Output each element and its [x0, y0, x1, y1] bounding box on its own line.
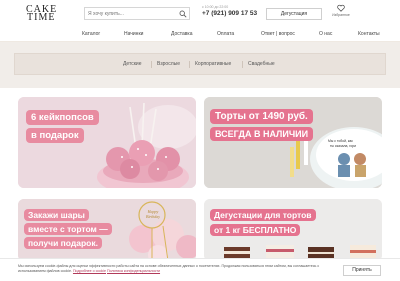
banner-cakepops-line2: в подарок: [26, 128, 84, 143]
nav-item-faq[interactable]: Ответ | вопрос: [261, 31, 295, 37]
main-nav: Каталог Начинки Доставка Оплата Ответ | …: [0, 28, 400, 40]
banner-balloons-line1: Закажи шары: [24, 209, 89, 221]
site-header: CAKE TIME с 10:00 до 22:00 +7 (921) 909 …: [0, 0, 400, 28]
category-corporate[interactable]: Корпоративные: [195, 61, 231, 67]
category-adults[interactable]: Взрослые: [157, 61, 180, 67]
favorites-label: Избранное: [332, 13, 350, 17]
cookie-text-block: Мы используем cookie-файлы для оценки эф…: [18, 264, 338, 274]
category-kids[interactable]: Детские: [123, 61, 142, 67]
banner-cakes-line1: Торты от 1490 руб.: [210, 109, 313, 124]
banner-cakepops[interactable]: 6 кейкпопсов в подарок: [18, 97, 196, 188]
banner-cakes-in-stock[interactable]: Мы с тобой, как ты сказала, гори Торты о…: [204, 97, 382, 188]
cookie-accept-button[interactable]: Принять: [343, 265, 381, 276]
nav-item-payment[interactable]: Оплата: [217, 31, 234, 37]
heart-icon: [337, 4, 345, 12]
category-wedding[interactable]: Свадебные: [248, 61, 275, 67]
category-bar: Детские Взрослые Корпоративные Свадебные: [14, 53, 386, 75]
cake-topper-line2: ты сказала, гори: [330, 144, 357, 148]
search-box: [84, 7, 190, 20]
banner-cakepops-line1: 6 кейкпопсов: [26, 110, 99, 125]
nav-item-fillings[interactable]: Начинки: [124, 31, 143, 37]
nav-item-about[interactable]: О нас: [319, 31, 332, 37]
cookie-more-link[interactable]: Подробнее о cookie: [73, 269, 106, 273]
favorites-link[interactable]: Избранное: [330, 4, 352, 17]
banner-tastings-line1: Дегустации для тортов: [210, 209, 316, 221]
phone-number[interactable]: +7 (921) 909 17 53: [202, 10, 257, 17]
banner-cakes-line2: ВСЕГДА В НАЛИЧИИ: [210, 127, 314, 141]
privacy-policy-link[interactable]: Политика конфиденциальности: [107, 269, 160, 273]
banner-tastings[interactable]: Дегустации для тортов от 1 кг БЕСПЛАТНО: [204, 199, 382, 261]
banner-balloons-line3: получи подарок.: [24, 237, 102, 249]
banner-tastings-line2: от 1 кг БЕСПЛАТНО: [210, 224, 301, 236]
cookie-text: Мы используем cookie-файлы для оценки эф…: [18, 264, 320, 273]
category-separator: [242, 61, 243, 68]
logo-line2: TIME: [27, 12, 56, 23]
cookie-notice: Мы используем cookie-файлы для оценки эф…: [0, 258, 400, 281]
nav-item-catalog[interactable]: Каталог: [82, 31, 100, 37]
category-separator: [151, 61, 152, 68]
banner-balloons-line2: вместе с тортом —: [24, 223, 112, 235]
work-hours: с 10:00 до 22:00: [202, 5, 229, 9]
cake-topper-line1: Мы с тобой, как: [328, 139, 353, 143]
nav-item-delivery[interactable]: Доставка: [171, 31, 192, 37]
birthday-topper: Happy Birthday: [146, 209, 160, 219]
logo[interactable]: CAKE TIME: [26, 5, 60, 23]
search-icon[interactable]: [179, 10, 187, 18]
category-separator: [189, 61, 190, 68]
nav-item-contacts[interactable]: Контакты: [358, 31, 380, 37]
tasting-button[interactable]: Дегустация: [266, 8, 322, 20]
banner-balloons[interactable]: Happy Birthday Закажи шары вместе с торт…: [18, 199, 196, 261]
search-input[interactable]: [88, 9, 174, 19]
